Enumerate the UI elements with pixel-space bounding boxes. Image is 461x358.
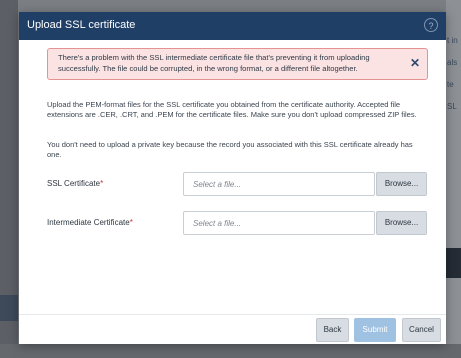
upload-ssl-dialog: Upload SSL certificate ? There's a probl… xyxy=(19,12,446,344)
error-message: There's a problem with the SSL intermedi… xyxy=(58,53,370,73)
background-text-fragment: SL xyxy=(447,102,457,111)
file-input-placeholder: Select a file... xyxy=(193,180,242,189)
field-label-text: Intermediate Certificate xyxy=(47,218,130,227)
required-marker: * xyxy=(100,179,104,188)
private-key-note: You don't need to upload a private key b… xyxy=(47,140,413,159)
ssl-certificate-browse-button[interactable]: Browse... xyxy=(376,172,427,196)
cancel-button[interactable]: Cancel xyxy=(402,318,441,342)
background-right-panel xyxy=(446,0,461,358)
help-icon[interactable]: ? xyxy=(424,18,438,32)
submit-button[interactable]: Submit xyxy=(354,318,396,342)
back-button[interactable]: Back xyxy=(316,318,349,342)
intermediate-certificate-label: Intermediate Certificate* xyxy=(47,218,133,227)
background-text-fragment: te xyxy=(447,80,454,89)
ssl-certificate-file-input[interactable]: Select a file... xyxy=(183,172,375,196)
background-left-accent xyxy=(0,295,18,321)
intermediate-certificate-file-input[interactable]: Select a file... xyxy=(183,211,375,235)
ssl-certificate-label: SSL Certificate* xyxy=(47,179,103,188)
footer-divider xyxy=(19,314,446,315)
background-text-fragment: als xyxy=(447,58,458,67)
required-marker: * xyxy=(129,218,133,227)
close-icon[interactable]: ✕ xyxy=(410,57,420,69)
instructions-text: Upload the PEM-format files for the SSL … xyxy=(47,100,417,119)
dialog-title: Upload SSL certificate xyxy=(27,19,136,31)
field-label-text: SSL Certificate xyxy=(47,179,101,188)
background-text-fragment: t in xyxy=(447,36,458,45)
intermediate-certificate-browse-button[interactable]: Browse... xyxy=(376,211,427,235)
background-right-band xyxy=(446,248,461,278)
file-input-placeholder: Select a file... xyxy=(193,219,242,228)
error-alert: There's a problem with the SSL intermedi… xyxy=(47,48,428,80)
dialog-header: Upload SSL certificate ? xyxy=(19,12,446,40)
background-bottom-strip xyxy=(0,344,461,358)
